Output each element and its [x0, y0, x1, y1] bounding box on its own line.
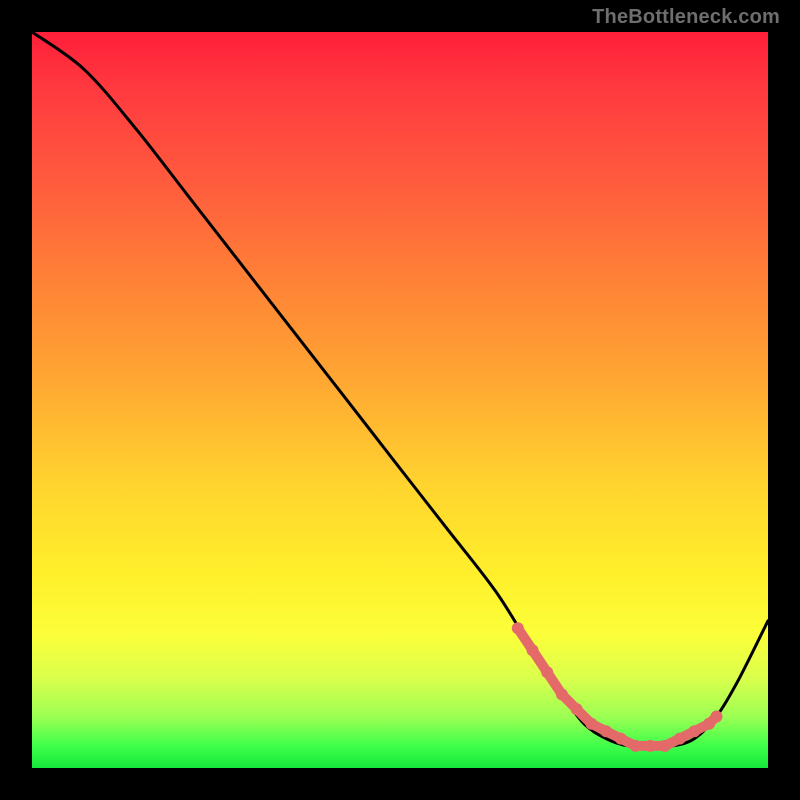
highlight-dot: [585, 718, 597, 730]
highlight-dot: [571, 703, 583, 715]
highlight-markers: [512, 622, 723, 752]
bottleneck-curve-path: [32, 32, 768, 746]
highlight-dot: [541, 666, 553, 678]
highlight-dot: [644, 740, 656, 752]
highlight-dot: [688, 725, 700, 737]
highlight-dot: [711, 711, 723, 723]
highlight-dot: [600, 725, 612, 737]
chart-frame: TheBottleneck.com: [0, 0, 800, 800]
watermark-text: TheBottleneck.com: [592, 6, 780, 29]
highlight-dot: [659, 740, 671, 752]
highlight-dot: [527, 644, 539, 656]
highlight-band: [518, 628, 717, 746]
highlight-dot: [556, 688, 568, 700]
curve-layer: [32, 32, 768, 768]
highlight-dot: [674, 733, 686, 745]
highlight-dot: [512, 622, 524, 634]
highlight-dot: [630, 740, 642, 752]
highlight-dot: [615, 733, 627, 745]
plot-area: [32, 32, 768, 768]
